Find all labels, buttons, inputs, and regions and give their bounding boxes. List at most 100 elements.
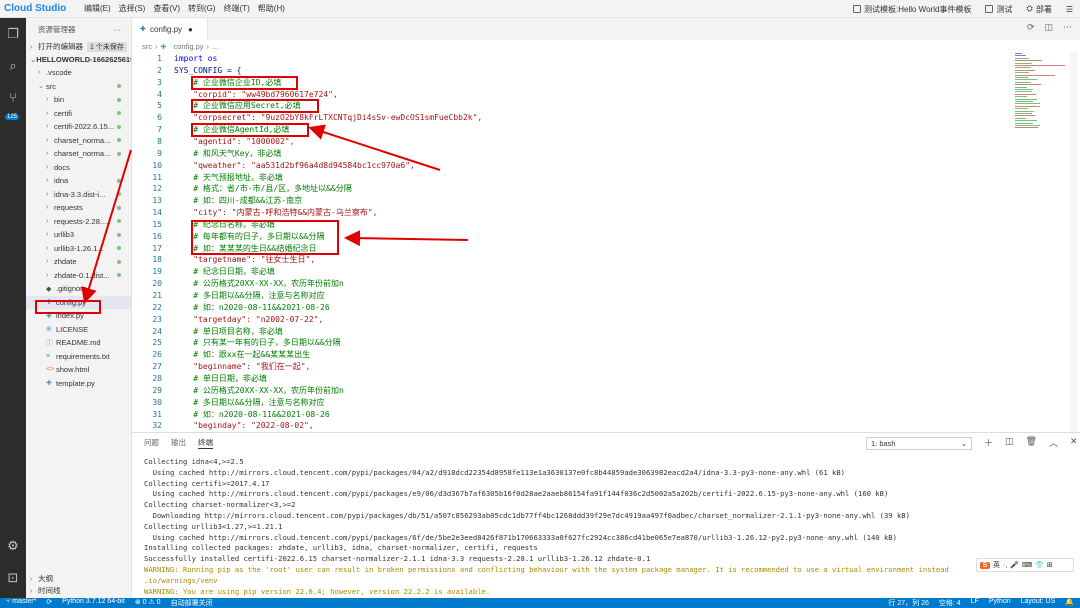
line-number: 9 xyxy=(157,148,162,158)
minimap-line xyxy=(1015,69,1035,71)
folder-item[interactable]: › .vscode xyxy=(26,66,131,80)
folder-item[interactable]: › idna xyxy=(26,174,131,188)
menu-item[interactable]: 终端(T) xyxy=(220,3,254,14)
folder-item[interactable]: › docs xyxy=(26,161,131,175)
split-editor-icon[interactable]: ◫ xyxy=(1044,22,1053,33)
annotation-box-target xyxy=(191,220,339,255)
folder-item[interactable]: › charset_norma... xyxy=(26,134,131,148)
cursor-position[interactable]: 行 27，列 26 xyxy=(888,598,928,608)
editor-scrollbar[interactable] xyxy=(1070,53,1078,432)
open-editors-section[interactable]: › 打开的编辑器 1 个未保存 xyxy=(26,40,131,53)
tree-item-label: zhdate xyxy=(54,257,77,267)
problems-status[interactable]: ⊗ 0 ⚠ 0 xyxy=(135,598,161,608)
breadcrumb-more[interactable]: ... xyxy=(212,42,218,51)
folder-item[interactable]: › bin xyxy=(26,93,131,107)
tree-item-label: .gitignore xyxy=(56,284,87,294)
code-text: # 格式：省/市-市/县/区，多地址以&&分隔 xyxy=(174,184,352,194)
maximize-panel-icon[interactable]: ︿ xyxy=(1049,436,1058,449)
panel-tab[interactable]: 问题 xyxy=(144,437,159,449)
menu-item[interactable]: 帮助(H) xyxy=(254,3,289,14)
tree-item-label: src xyxy=(46,81,56,91)
source-control-icon[interactable]: ⑂ xyxy=(5,90,21,106)
panel-tab[interactable]: 输出 xyxy=(171,437,186,449)
menu-item[interactable]: 查看(V) xyxy=(149,3,184,14)
search-icon[interactable]: ⌕ xyxy=(5,58,21,74)
timeline-section[interactable]: › 时间线 xyxy=(26,584,131,596)
line-number: 14 xyxy=(152,208,162,218)
ime-toolbar[interactable]: S 英 ·, 🎤 ⌨ 👕 ⊞ xyxy=(976,558,1074,572)
test-button[interactable]: 测试 xyxy=(978,4,1019,15)
close-panel-icon[interactable]: ✕ xyxy=(1070,436,1078,449)
code-text: "city": "内蒙古-呼和浩特&&内蒙古-乌兰察布", xyxy=(174,208,378,218)
terminal-line: Downloading http://mirrors.cloud.tencent… xyxy=(144,510,910,520)
panel-tab[interactable]: 终端 xyxy=(198,437,213,449)
minimap-line xyxy=(1015,127,1039,129)
menu-item[interactable]: 编辑(E) xyxy=(80,3,115,14)
folder-item[interactable]: › requests-2.28.... xyxy=(26,215,131,229)
outline-section[interactable]: › 大纲 xyxy=(26,572,131,584)
explorer-icon[interactable]: ❐ xyxy=(5,26,21,42)
remote-icon[interactable]: ⊡ xyxy=(5,570,21,586)
folder-item[interactable]: › requests xyxy=(26,201,131,215)
workspace-section[interactable]: ⌄ HELLOWORLD-1662625619 xyxy=(26,53,131,66)
grid-icon: ⊞ xyxy=(1046,562,1053,569)
folder-item[interactable]: › certifi-2022.6.15... xyxy=(26,120,131,134)
minimap-line xyxy=(1015,122,1033,124)
file-item[interactable]: <> show.html xyxy=(26,363,131,377)
autodeploy-status[interactable]: 自动部署关闭 xyxy=(171,598,213,608)
file-item[interactable]: ⊕ LICENSE xyxy=(26,323,131,337)
folder-item[interactable]: › zhdate-0.1.dist... xyxy=(26,269,131,283)
minimap-line xyxy=(1015,108,1028,110)
file-item[interactable]: ⓘ README.md xyxy=(26,336,131,350)
indentation[interactable]: 空格: 4 xyxy=(939,598,961,608)
keyboard-layout[interactable]: Layout: US xyxy=(1021,598,1056,608)
folder-item[interactable]: › zhdate xyxy=(26,255,131,269)
language-mode[interactable]: Python xyxy=(989,598,1011,608)
more-menu-button[interactable]: ☰ xyxy=(1059,5,1080,14)
folder-item[interactable]: › certifi xyxy=(26,107,131,121)
terminal-output[interactable]: Collecting idna<4,>=2.5 Using cached htt… xyxy=(144,457,1074,597)
file-item[interactable]: ✚ template.py xyxy=(26,377,131,391)
line-number: 22 xyxy=(152,302,162,312)
folder-item[interactable]: › urllib3 xyxy=(26,228,131,242)
trash-icon[interactable]: 🗑 xyxy=(1026,436,1037,449)
breadcrumb-file[interactable]: config.py xyxy=(174,42,204,51)
tree-item-label: requests-2.28.... xyxy=(54,216,109,226)
minimap[interactable] xyxy=(1012,53,1068,153)
deploy-button[interactable]: ⛭ 部署 xyxy=(1019,4,1058,15)
breadcrumb-src[interactable]: src xyxy=(142,42,152,51)
split-terminal-icon[interactable]: ◫ xyxy=(1005,436,1014,449)
terminal-select[interactable]: 1: bash ⌄ xyxy=(866,437,972,450)
folder-item[interactable]: › idna-3.3.dist-i... xyxy=(26,188,131,202)
notifications-icon[interactable]: 🔔 xyxy=(1065,598,1074,608)
settings-gear-icon[interactable]: ⚙ xyxy=(5,538,21,554)
new-terminal-icon[interactable]: ＋ xyxy=(984,436,993,449)
eol[interactable]: LF xyxy=(971,598,979,608)
menu-item[interactable]: 转到(G) xyxy=(184,3,220,14)
python-interpreter[interactable]: Python 3.7.12 64-bit xyxy=(62,598,125,608)
file-item[interactable]: ◆ .gitignore xyxy=(26,282,131,296)
more-actions-icon[interactable]: ⋯ xyxy=(1063,22,1072,33)
line-number: 24 xyxy=(152,326,162,336)
sync-icon[interactable]: ⟳ xyxy=(46,598,52,608)
folder-item[interactable]: ⌄ src xyxy=(26,80,131,94)
tree-item-label: show.html xyxy=(56,365,90,375)
explorer-more-button[interactable]: ··· xyxy=(114,25,122,34)
file-item[interactable]: ≡ requirements.txt xyxy=(26,350,131,364)
open-changes-icon[interactable]: ⟳ xyxy=(1027,22,1035,33)
branch-status[interactable]: ⑂ master* xyxy=(6,598,36,608)
keyboard-icon: ⌨ xyxy=(1022,562,1033,569)
unsaved-dot[interactable]: ● xyxy=(188,25,193,34)
menu-bar: 编辑(E) 选择(S) 查看(V) 转到(G) 终端(T) 帮助(H) xyxy=(80,3,289,14)
terminal-line: WARNING: You are using pip version 22.0.… xyxy=(144,586,491,596)
chevron-right-icon: › xyxy=(46,163,49,171)
chevron-right-icon: › xyxy=(46,231,49,239)
folder-item[interactable]: › urllib3-1.26.1... xyxy=(26,242,131,256)
menu-item[interactable]: 选择(S) xyxy=(115,3,150,14)
tree-item-label: requirements.txt xyxy=(56,351,110,361)
tab-config-py[interactable]: ✚ config.py ● xyxy=(132,18,208,40)
template-selector[interactable]: 测试模板:Hello World事件模板 xyxy=(846,4,978,15)
folder-item[interactable]: › charset_norma... xyxy=(26,147,131,161)
chevron-right-icon: › xyxy=(46,190,49,198)
code-text: # 纪念日日期，非必填 xyxy=(174,267,275,277)
